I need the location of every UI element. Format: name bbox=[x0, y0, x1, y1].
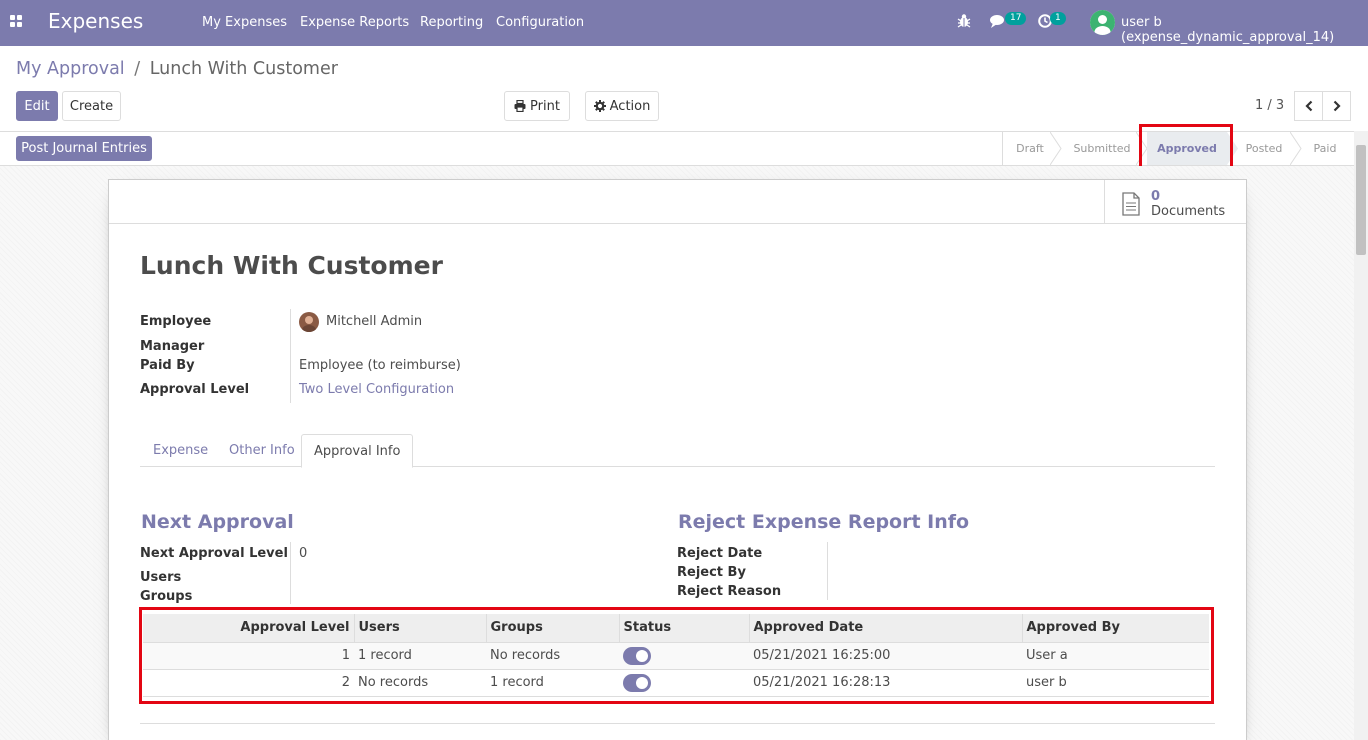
create-button[interactable]: Create bbox=[62, 91, 121, 121]
breadcrumb-separator: / bbox=[134, 59, 141, 79]
employee-value[interactable]: Mitchell Admin bbox=[326, 314, 422, 329]
chat-messages-icon[interactable] bbox=[990, 14, 1006, 33]
stage-paid[interactable]: Paid bbox=[1302, 132, 1348, 165]
post-journal-entries-button[interactable]: Post Journal Entries bbox=[16, 136, 152, 161]
breadcrumb-parent[interactable]: My Approval bbox=[16, 59, 125, 79]
action-button[interactable]: Action bbox=[585, 91, 659, 121]
employee-label: Employee bbox=[140, 314, 212, 329]
user-avatar[interactable] bbox=[1090, 10, 1115, 35]
stage-posted[interactable]: Posted bbox=[1238, 132, 1290, 165]
print-icon bbox=[514, 100, 526, 112]
pager-previous-button[interactable] bbox=[1294, 91, 1323, 121]
chevron-left-icon bbox=[1304, 100, 1312, 112]
messages-badge: 17 bbox=[1005, 12, 1027, 25]
stage-highlight-box bbox=[1139, 124, 1233, 171]
action-label: Action bbox=[609, 98, 651, 114]
employee-avatar bbox=[299, 312, 319, 332]
documents-label: Documents bbox=[1151, 204, 1226, 219]
documents-smart-button[interactable]: 0 Documents bbox=[1104, 180, 1246, 223]
manager-label: Manager bbox=[140, 339, 205, 354]
reject-date-label: Reject Date bbox=[677, 546, 763, 561]
tab-approval-info[interactable]: Approval Info bbox=[301, 434, 414, 468]
gear-icon bbox=[593, 100, 606, 112]
documents-count: 0 bbox=[1151, 189, 1161, 204]
tab-other-info[interactable]: Other Info bbox=[217, 434, 307, 467]
breadcrumb: My Approval / Lunch With Customer bbox=[16, 59, 338, 79]
approval-level-label: Approval Level bbox=[140, 382, 250, 397]
stage-draft[interactable]: Draft bbox=[1003, 132, 1057, 165]
pager-value[interactable]: 1 / 3 bbox=[1255, 98, 1284, 113]
paid-by-label: Paid By bbox=[140, 358, 195, 373]
approval-level-value[interactable]: Two Level Configuration bbox=[299, 382, 454, 397]
print-label: Print bbox=[530, 98, 560, 114]
document-icon bbox=[1122, 192, 1140, 216]
reject-reason-label: Reject Reason bbox=[677, 584, 782, 599]
menu-configuration[interactable]: Configuration bbox=[496, 15, 584, 30]
next-approval-title: Next Approval bbox=[141, 511, 294, 533]
apps-menu-icon[interactable] bbox=[10, 15, 24, 29]
top-navbar: Expenses My Expenses Expense Reports Rep… bbox=[0, 0, 1368, 46]
activities-badge: 1 bbox=[1050, 12, 1066, 25]
table-highlight-box bbox=[139, 607, 1214, 704]
record-title: Lunch With Customer bbox=[140, 251, 443, 280]
user-menu[interactable]: user b (expense_dynamic_approval_14) bbox=[1121, 15, 1368, 45]
print-button[interactable]: Print bbox=[504, 91, 570, 121]
reject-by-label: Reject By bbox=[677, 565, 746, 580]
menu-my-expenses[interactable]: My Expenses bbox=[202, 15, 287, 30]
menu-reporting[interactable]: Reporting bbox=[420, 15, 483, 30]
reject-info-title: Reject Expense Report Info bbox=[678, 511, 970, 533]
tab-expense[interactable]: Expense bbox=[141, 434, 220, 467]
pager-next-button[interactable] bbox=[1322, 91, 1351, 121]
groups-label: Groups bbox=[140, 589, 193, 604]
users-label: Users bbox=[140, 570, 182, 585]
next-approval-level-value: 0 bbox=[299, 546, 308, 561]
vertical-scrollbar[interactable] bbox=[1354, 131, 1368, 740]
edit-button[interactable]: Edit bbox=[16, 91, 58, 121]
notebook-tabs: Expense Other Info Approval Info bbox=[140, 434, 1215, 468]
next-approval-level-label: Next Approval Level bbox=[140, 546, 288, 561]
stage-submitted[interactable]: Submitted bbox=[1062, 132, 1142, 165]
debug-bug-icon[interactable] bbox=[957, 13, 971, 33]
chevron-right-icon bbox=[1333, 100, 1341, 112]
menu-expense-reports[interactable]: Expense Reports bbox=[300, 15, 409, 30]
breadcrumb-current: Lunch With Customer bbox=[149, 59, 338, 79]
app-brand[interactable]: Expenses bbox=[48, 9, 143, 33]
paid-by-value: Employee (to reimburse) bbox=[299, 358, 461, 373]
